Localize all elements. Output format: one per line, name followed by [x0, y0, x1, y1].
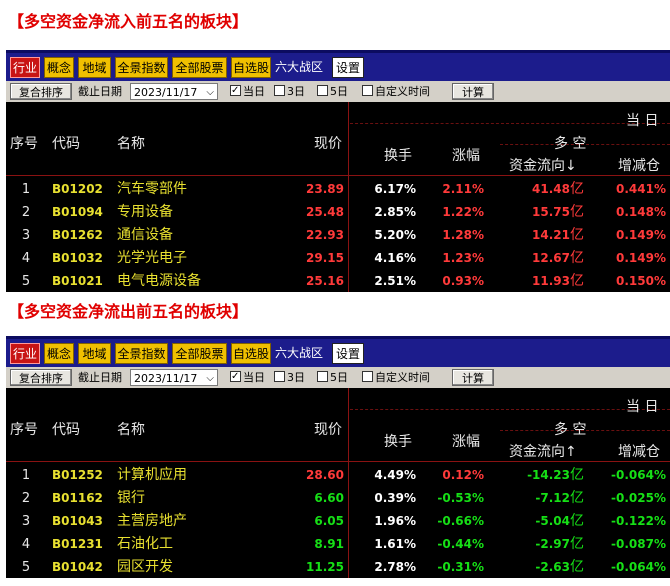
- category-toolbar: 行业 概念 地域 全景指数 全部股票 自选股 六大战区 设置: [6, 50, 670, 81]
- fund-flow-cell: -7.12亿: [535, 490, 584, 506]
- checkbox-icon[interactable]: [230, 368, 241, 385]
- tab-all-stocks[interactable]: 全部股票: [172, 343, 227, 364]
- table-row[interactable]: 3 B01043 主营房地产 6.05 1.96% -0.66% -5.04亿 …: [6, 510, 670, 533]
- header-price[interactable]: 现价: [314, 419, 342, 439]
- table-row[interactable]: 3 B01262 通信设备 22.93 5.20% 1.28% 14.21亿 0…: [6, 224, 670, 247]
- section-title-inflow: 【多空资金净流入前五名的板块】: [8, 12, 249, 31]
- date-value: 2023/11/17: [134, 86, 198, 99]
- table-row[interactable]: 2 B01094 专用设备 25.48 2.85% 1.22% 15.75亿 0…: [6, 201, 670, 224]
- fund-flow-cell: 11.93亿: [532, 273, 584, 289]
- checkbox-icon[interactable]: [274, 371, 285, 382]
- header-fund-flow[interactable]: 资金流向↑: [509, 441, 577, 461]
- header-change[interactable]: 涨幅: [452, 431, 480, 451]
- header-no[interactable]: 序号: [10, 419, 38, 439]
- inflow-panel: 行业 概念 地域 全景指数 全部股票 自选股 六大战区 设置 复合排序 截止日期…: [6, 50, 670, 292]
- chevron-down-icon[interactable]: ⌵: [206, 370, 214, 387]
- fund-flow-cell: 12.67亿: [532, 250, 584, 266]
- header-turnover[interactable]: 换手: [384, 145, 412, 165]
- tab-industry[interactable]: 行业: [10, 57, 40, 78]
- header-bottom-line: [6, 175, 670, 176]
- header-price[interactable]: 现价: [314, 133, 342, 153]
- tab-concept[interactable]: 概念: [44, 343, 74, 364]
- fund-flow-cell: -2.63亿: [535, 559, 584, 575]
- option-custom-time[interactable]: 自定义时间: [362, 369, 430, 386]
- table-row[interactable]: 2 B01162 银行 6.60 0.39% -0.53% -7.12亿 -0.…: [6, 487, 670, 510]
- header-change[interactable]: 涨幅: [452, 145, 480, 165]
- table-row[interactable]: 5 B01021 电气电源设备 25.16 2.51% 0.93% 11.93亿…: [6, 270, 670, 292]
- data-table: 当 日 序号 代码 名称 现价 换手 涨幅 多 空 资金流向↓ 增减仓 1 B0…: [6, 102, 670, 292]
- data-table: 当 日 序号 代码 名称 现价 换手 涨幅 多 空 资金流向↑ 增减仓 1 B0…: [6, 388, 670, 578]
- header-position-change[interactable]: 增减仓: [618, 441, 660, 461]
- fund-flow-cell: -5.04亿: [535, 513, 584, 529]
- fund-flow-cell: -2.97亿: [535, 536, 584, 552]
- tab-region[interactable]: 地域: [78, 57, 111, 78]
- fund-flow-cell: 14.21亿: [532, 227, 584, 243]
- option-5day[interactable]: 5日: [317, 369, 348, 386]
- chevron-down-icon[interactable]: ⌵: [206, 84, 214, 101]
- header-turnover[interactable]: 换手: [384, 431, 412, 451]
- header-code[interactable]: 代码: [52, 133, 80, 153]
- tab-concept[interactable]: 概念: [44, 57, 74, 78]
- tab-panorama-index[interactable]: 全景指数: [115, 343, 168, 364]
- header-divider: [350, 123, 670, 124]
- checkbox-icon[interactable]: [362, 371, 373, 382]
- filter-bar: 复合排序 截止日期 2023/11/17 ⌵ 当日 3日 5日 自定义时间 计算: [6, 367, 670, 388]
- sort-button[interactable]: 复合排序: [10, 369, 72, 386]
- checkbox-icon[interactable]: [230, 82, 241, 99]
- checkbox-icon[interactable]: [274, 85, 285, 96]
- tab-panorama-index[interactable]: 全景指数: [115, 57, 168, 78]
- filter-bar: 复合排序 截止日期 2023/11/17 ⌵ 当日 3日 5日 自定义时间 计算: [6, 81, 670, 102]
- option-3day[interactable]: 3日: [274, 83, 305, 100]
- checkbox-icon[interactable]: [317, 371, 328, 382]
- option-5day[interactable]: 5日: [317, 83, 348, 100]
- tab-all-stocks[interactable]: 全部股票: [172, 57, 227, 78]
- tab-watchlist[interactable]: 自选股: [231, 57, 271, 78]
- tab-six-zones[interactable]: 六大战区: [274, 57, 324, 78]
- checkbox-icon[interactable]: [317, 85, 328, 96]
- table-row[interactable]: 5 B01042 园区开发 11.25 2.78% -0.31% -2.63亿 …: [6, 556, 670, 578]
- date-value: 2023/11/17: [134, 372, 198, 385]
- option-custom-time[interactable]: 自定义时间: [362, 83, 430, 100]
- checkbox-icon[interactable]: [362, 85, 373, 96]
- header-divider: [350, 409, 670, 410]
- fund-flow-cell: -14.23亿: [527, 467, 584, 483]
- section-title-outflow: 【多空资金净流出前五名的板块】: [8, 302, 249, 321]
- date-picker[interactable]: 2023/11/17 ⌵: [130, 369, 218, 386]
- header-period: 当 日: [626, 399, 659, 415]
- settings-button[interactable]: 设置: [332, 343, 364, 364]
- header-fund-flow[interactable]: 资金流向↓: [509, 155, 577, 175]
- table-row[interactable]: 4 B01032 光学光电子 29.15 4.16% 1.23% 12.67亿 …: [6, 247, 670, 270]
- table-row[interactable]: 1 B01202 汽车零部件 23.89 6.17% 2.11% 41.48亿 …: [6, 178, 670, 201]
- header-period: 当 日: [626, 113, 659, 129]
- calculate-button[interactable]: 计算: [452, 369, 494, 386]
- fund-flow-cell: 15.75亿: [532, 204, 584, 220]
- date-label: 截止日期: [78, 371, 122, 384]
- header-long-short: 多 空: [554, 136, 587, 152]
- header-long-short: 多 空: [554, 422, 587, 438]
- outflow-panel: 行业 概念 地域 全景指数 全部股票 自选股 六大战区 设置 复合排序 截止日期…: [6, 336, 670, 578]
- settings-button[interactable]: 设置: [332, 57, 364, 78]
- header-name[interactable]: 名称: [117, 133, 145, 153]
- header-code[interactable]: 代码: [52, 419, 80, 439]
- category-toolbar: 行业 概念 地域 全景指数 全部股票 自选股 六大战区 设置: [6, 336, 670, 367]
- sort-button[interactable]: 复合排序: [10, 83, 72, 100]
- tab-watchlist[interactable]: 自选股: [231, 343, 271, 364]
- option-3day[interactable]: 3日: [274, 369, 305, 386]
- fund-flow-cell: 41.48亿: [532, 181, 584, 197]
- tab-region[interactable]: 地域: [78, 343, 111, 364]
- option-today[interactable]: 当日: [230, 368, 265, 386]
- tab-six-zones[interactable]: 六大战区: [274, 343, 324, 364]
- header-position-change[interactable]: 增减仓: [618, 155, 660, 175]
- header-no[interactable]: 序号: [10, 133, 38, 153]
- date-picker[interactable]: 2023/11/17 ⌵: [130, 83, 218, 100]
- header-bottom-line: [6, 461, 670, 462]
- option-today[interactable]: 当日: [230, 82, 265, 100]
- table-row[interactable]: 4 B01231 石油化工 8.91 1.61% -0.44% -2.97亿 -…: [6, 533, 670, 556]
- tab-industry[interactable]: 行业: [10, 343, 40, 364]
- table-row[interactable]: 1 B01252 计算机应用 28.60 4.49% 0.12% -14.23亿…: [6, 464, 670, 487]
- calculate-button[interactable]: 计算: [452, 83, 494, 100]
- header-name[interactable]: 名称: [117, 419, 145, 439]
- date-label: 截止日期: [78, 85, 122, 98]
